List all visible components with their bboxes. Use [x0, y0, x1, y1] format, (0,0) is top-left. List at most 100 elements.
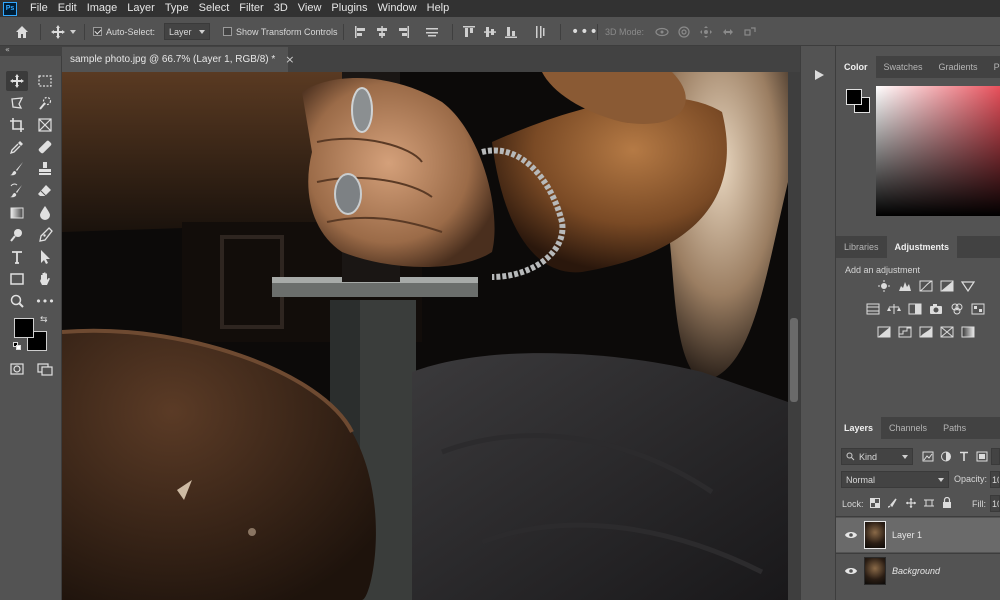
path-selection-tool[interactable] — [34, 247, 56, 267]
layer-row-background[interactable]: Background — [836, 553, 1000, 587]
color-panel-foreground-swatch[interactable] — [846, 89, 862, 105]
menu-layer[interactable]: Layer — [122, 0, 160, 17]
swap-colors-icon[interactable]: ⇆ — [40, 315, 48, 325]
tab-color[interactable]: Color — [836, 56, 876, 78]
dodge-tool[interactable] — [6, 225, 28, 245]
menu-window[interactable]: Window — [373, 0, 422, 17]
eye-icon[interactable] — [844, 531, 858, 539]
blend-mode-dropdown[interactable]: Normal — [841, 471, 949, 488]
layer-row-layer-1[interactable]: Layer 1 — [836, 518, 1000, 552]
color-picker-field[interactable] — [876, 86, 1000, 216]
menu-plugins[interactable]: Plugins — [326, 0, 372, 17]
tab-layers[interactable]: Layers — [836, 417, 882, 439]
gradient-map-icon[interactable] — [961, 326, 975, 338]
filter-adjustment-icon[interactable] — [940, 451, 952, 462]
default-colors-icon[interactable] — [13, 342, 21, 350]
hue-saturation-icon[interactable] — [866, 303, 880, 315]
layer-kind-filter[interactable]: Kind — [841, 448, 913, 465]
threshold-icon[interactable] — [919, 326, 933, 338]
invert-icon[interactable] — [877, 326, 891, 338]
menu-edit[interactable]: Edit — [53, 0, 82, 17]
photo-filter-icon[interactable] — [929, 303, 943, 315]
fill-field[interactable]: 10 — [990, 495, 1000, 512]
marquee-tool[interactable] — [34, 71, 56, 91]
selective-color-icon[interactable] — [940, 326, 954, 338]
exposure-icon[interactable] — [940, 280, 954, 292]
frame-tool[interactable] — [34, 115, 56, 135]
eraser-tool[interactable] — [34, 181, 56, 201]
channel-mixer-icon[interactable] — [950, 303, 964, 315]
document-canvas[interactable] — [62, 72, 788, 600]
align-left-icon[interactable] — [354, 25, 368, 39]
distribute-vertical-icon[interactable] — [533, 25, 547, 39]
align-bottom-icon[interactable] — [504, 25, 518, 39]
home-button[interactable] — [14, 17, 30, 46]
gradient-tool[interactable] — [6, 203, 28, 223]
screen-mode-button[interactable] — [34, 359, 56, 379]
zoom-tool[interactable] — [6, 291, 28, 311]
3d-scale-icon[interactable] — [743, 25, 757, 39]
color-balance-icon[interactable] — [887, 303, 901, 315]
blur-tool[interactable] — [34, 203, 56, 223]
checkbox-unchecked[interactable] — [223, 27, 232, 36]
quick-mask-button[interactable] — [6, 359, 28, 379]
show-transform-checkbox[interactable]: Show Transform Controls — [223, 17, 338, 46]
foreground-color-swatch[interactable] — [14, 318, 34, 338]
crop-tool[interactable] — [6, 115, 28, 135]
tab-swatches[interactable]: Swatches — [876, 56, 931, 78]
menu-type[interactable]: Type — [160, 0, 194, 17]
3d-slide-icon[interactable] — [721, 25, 735, 39]
auto-select-dropdown[interactable]: Layer — [164, 23, 210, 40]
layer-name[interactable]: Background — [892, 566, 940, 576]
type-tool[interactable] — [6, 247, 28, 267]
menu-image[interactable]: Image — [82, 0, 123, 17]
levels-icon[interactable] — [898, 280, 912, 292]
history-brush-tool[interactable] — [6, 181, 28, 201]
rectangle-tool[interactable] — [6, 269, 28, 289]
filter-pixel-icon[interactable] — [922, 451, 934, 462]
tab-channels[interactable]: Channels — [881, 417, 935, 439]
menu-select[interactable]: Select — [194, 0, 235, 17]
checkbox-checked[interactable] — [93, 27, 102, 36]
lock-transparent-pixels-icon[interactable] — [870, 498, 880, 508]
tab-adjustments[interactable]: Adjustments — [886, 236, 958, 258]
3d-roll-icon[interactable] — [677, 25, 691, 39]
collapse-left-icon[interactable]: « — [5, 45, 10, 54]
align-middle-v-icon[interactable] — [483, 25, 497, 39]
quick-selection-tool[interactable] — [34, 93, 56, 113]
pen-tool[interactable] — [34, 225, 56, 245]
eyedropper-tool[interactable] — [6, 137, 28, 157]
opacity-field[interactable]: 10 — [990, 471, 1000, 488]
tab-patterns[interactable]: Patte — [986, 56, 1000, 78]
clone-stamp-tool[interactable] — [34, 159, 56, 179]
close-icon[interactable]: × — [285, 53, 294, 66]
play-action-button[interactable] — [808, 64, 830, 86]
menu-file[interactable]: File — [25, 0, 53, 17]
brightness-contrast-icon[interactable] — [877, 280, 891, 292]
document-tab[interactable]: sample photo.jpg @ 66.7% (Layer 1, RGB/8… — [62, 47, 294, 72]
healing-brush-tool[interactable] — [34, 137, 56, 157]
filter-type-icon[interactable] — [958, 451, 970, 462]
lasso-tool[interactable] — [6, 93, 28, 113]
edit-toolbar-button[interactable]: ••• — [34, 291, 56, 311]
lock-position-icon[interactable] — [906, 498, 916, 508]
lock-all-icon[interactable] — [942, 497, 952, 508]
menu-3d[interactable]: 3D — [269, 0, 293, 17]
distribute-icon[interactable] — [425, 25, 439, 39]
tab-paths[interactable]: Paths — [935, 417, 974, 439]
menu-help[interactable]: Help — [422, 0, 455, 17]
hand-tool[interactable] — [34, 269, 56, 289]
3d-orbit-icon[interactable] — [655, 25, 669, 39]
align-center-h-icon[interactable] — [375, 25, 389, 39]
scrollbar-thumb[interactable] — [790, 318, 798, 402]
black-white-icon[interactable] — [908, 303, 922, 315]
filter-shape-icon[interactable] — [976, 451, 988, 462]
tab-gradients[interactable]: Gradients — [931, 56, 986, 78]
lock-image-pixels-icon[interactable] — [888, 498, 898, 508]
menu-view[interactable]: View — [293, 0, 327, 17]
move-tool-preset[interactable] — [50, 17, 76, 46]
curves-icon[interactable] — [919, 280, 933, 292]
align-right-icon[interactable] — [396, 25, 410, 39]
filter-smart-object-toggle[interactable] — [991, 448, 1000, 465]
brush-tool[interactable] — [6, 159, 28, 179]
